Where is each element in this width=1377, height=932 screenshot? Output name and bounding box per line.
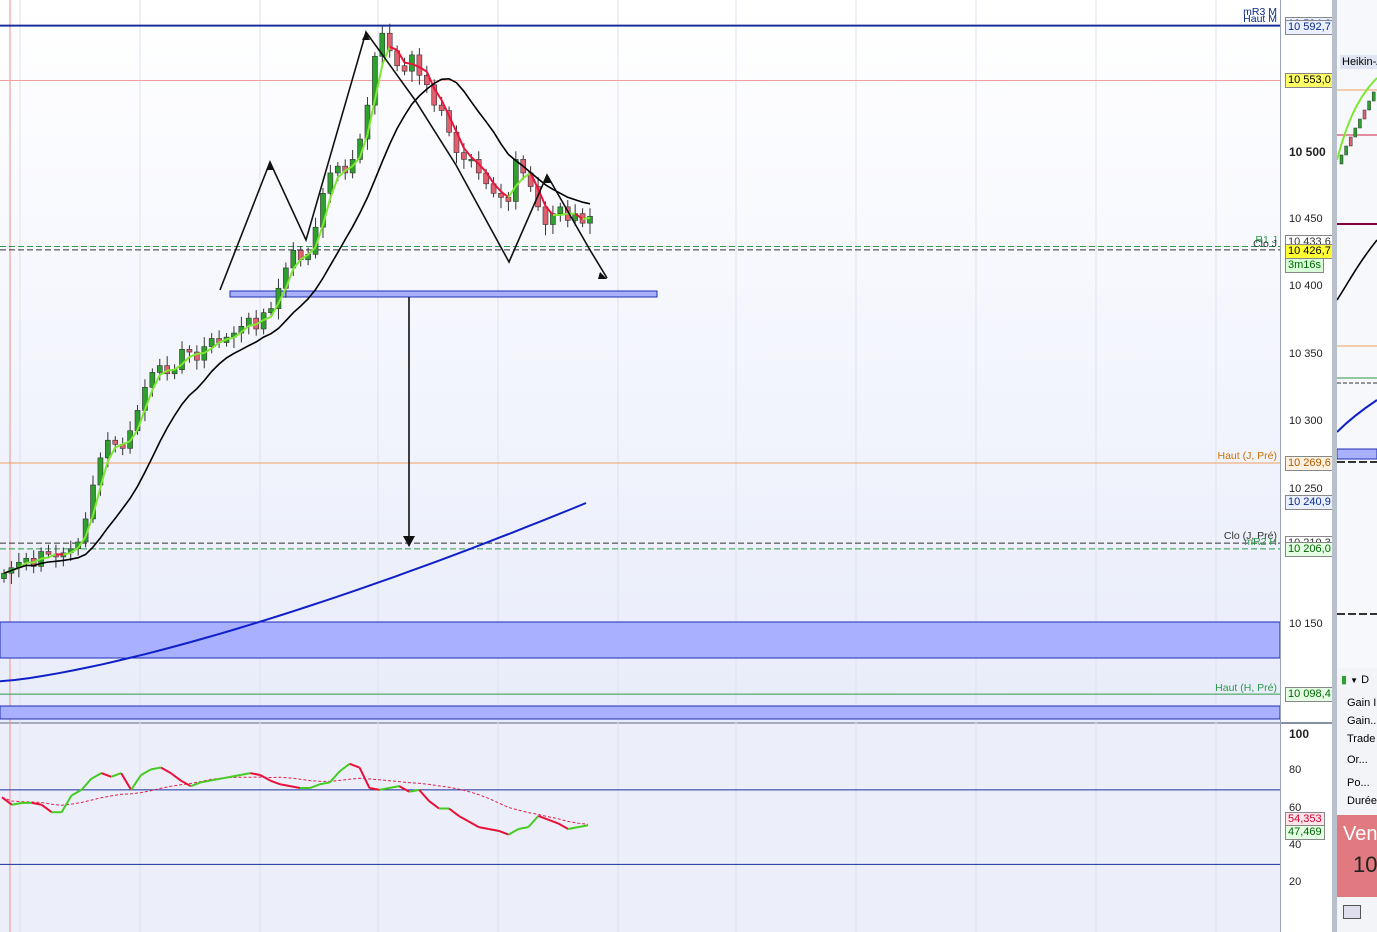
candle (112, 439, 119, 445)
candle (557, 206, 564, 214)
candle (461, 152, 467, 160)
side-candle (1362, 109, 1367, 120)
side-menu-item[interactable]: Or... (1347, 754, 1368, 766)
price-label: 10 269,6 (1285, 456, 1334, 472)
oscillator-value-label: 47,469 (1285, 824, 1325, 840)
neckline-zone (229, 290, 658, 298)
level-label-r3: mR3 M (1243, 6, 1277, 18)
calculator-icon[interactable] (1343, 905, 1361, 919)
main-price-chart[interactable]: Haut MmR3 MR1 JClo JHaut (J, Pré)Clo (J,… (0, 0, 1280, 932)
price-label: 10 098,4 (1285, 687, 1334, 703)
price-label: 10 206,0 (1285, 541, 1334, 557)
candle (334, 165, 341, 174)
axis-pane-divider (1281, 722, 1333, 724)
sell-button-price: 10 (1353, 852, 1377, 877)
price-tick: 10 400 (1289, 280, 1323, 292)
oscillator-pane-background (0, 724, 1280, 932)
price-label: 10 426,7 (1285, 243, 1334, 259)
side-candle (1358, 118, 1362, 129)
level-label-mr2: mR2 H (1244, 536, 1277, 548)
price-label: 10 240,9 (1285, 494, 1334, 510)
candle (208, 338, 215, 347)
side-candle (1371, 91, 1376, 102)
candle (505, 197, 512, 202)
side-menu-item[interactable]: Gain I. (1347, 697, 1377, 709)
side-candle (1367, 100, 1371, 111)
side-menu-item[interactable]: Gain... (1347, 715, 1377, 727)
price-label: 10 553,0 (1285, 73, 1334, 89)
sell-button[interactable]: Ven 10 (1337, 815, 1377, 897)
ma-fast-segment (582, 216, 591, 221)
side-panel: Heikin-A ▮ ▼ D Gain I. Gain... Trade Or... P… (1337, 0, 1377, 932)
side-chart-title[interactable]: Heikin-A (1340, 55, 1377, 69)
price-axis[interactable]: 10 500 10 450 10 400 10 350 10 300 10 250 10 1… (1280, 0, 1334, 932)
candle (156, 365, 163, 373)
chevron-down-icon: ▼ (1350, 676, 1359, 685)
level-label-haut-h-pre: Haut (H, Pré) (1215, 682, 1277, 694)
sell-button-label: Ven (1343, 823, 1377, 845)
side-candle (1353, 127, 1358, 138)
side-mini-chart[interactable] (1337, 0, 1377, 668)
oscillator-tick: 100 (1289, 727, 1310, 741)
chart-type-dropdown[interactable]: ▮ ▼ D (1341, 673, 1369, 686)
side-menu-item[interactable]: Po... (1347, 777, 1370, 789)
price-tick: 10 250 (1289, 482, 1323, 495)
side-zone (1337, 448, 1377, 460)
side-candle (1339, 154, 1344, 165)
price-tick: 10 350 (1289, 347, 1323, 360)
ma-fast-segment (196, 351, 205, 355)
oscillator-tick: 80 (1289, 764, 1302, 777)
price-tick: 10 300 (1289, 415, 1323, 427)
oscillator-tick: 20 (1289, 876, 1302, 888)
candle (513, 159, 519, 202)
candle (186, 349, 193, 353)
candle (1, 572, 7, 579)
ma-fast-segment (40, 556, 49, 560)
support-zone (0, 621, 1280, 659)
candle (401, 65, 408, 72)
candles-icon: ▮ (1341, 674, 1348, 686)
level-label-haut-j-pre: Haut (J, Pré) (1217, 450, 1277, 462)
ma-fast-segment (167, 368, 175, 372)
candle (105, 439, 111, 459)
price-tick: 10 500 (1289, 145, 1326, 159)
price-label: 3m16s (1285, 257, 1325, 273)
side-menu-item[interactable]: Trade (1347, 733, 1375, 745)
price-pane-background (0, 0, 1280, 722)
price-tick: 10 450 (1289, 212, 1323, 225)
price-label: 10 592,7 (1285, 19, 1334, 35)
ma-fast-segment (248, 323, 257, 327)
ma-fast-segment (404, 61, 413, 65)
support-zone-lower (0, 705, 1280, 720)
side-candle (1344, 145, 1348, 156)
candle (416, 54, 423, 76)
price-tick: 10 150 (1289, 617, 1323, 630)
level-label-clo-j: Clo J (1253, 238, 1277, 250)
candle (45, 551, 52, 555)
side-chart-background (1337, 0, 1377, 668)
oscillator-tick: 40 (1289, 838, 1302, 851)
side-candle (1348, 136, 1353, 147)
ma-fast-segment (560, 212, 568, 216)
side-menu-item[interactable]: Durée (1347, 795, 1377, 807)
